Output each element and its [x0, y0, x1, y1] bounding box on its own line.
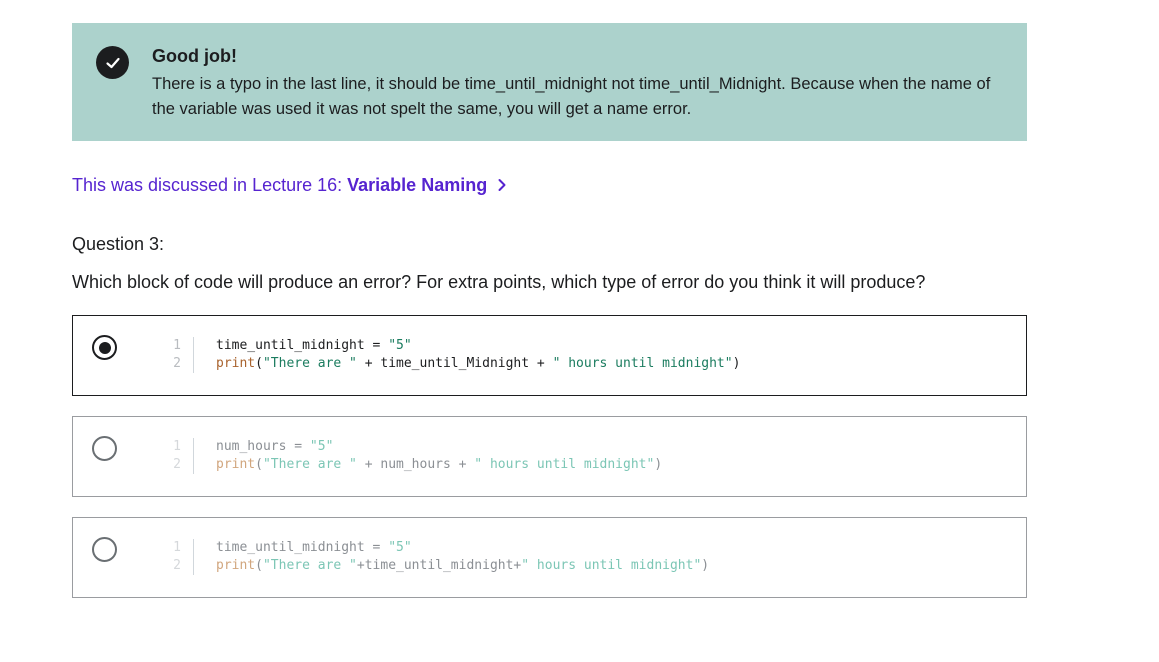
code-token: )	[732, 356, 741, 371]
quiz-page: Good job! There is a typo in the last li…	[0, 0, 1159, 662]
code-token: time_until_midnight =	[216, 540, 389, 555]
code-string: "There are "	[262, 356, 357, 371]
feedback-title: Good job!	[152, 46, 237, 66]
line-number: 2	[167, 355, 194, 373]
question-text: Which block of code will produce an erro…	[72, 272, 926, 292]
code-token: + num_hours +	[356, 457, 475, 472]
line-number: 2	[167, 557, 194, 575]
radio-dot	[98, 341, 111, 354]
answer-option-1[interactable]: 1 time_until_midnight = "5" 2 print("The…	[72, 315, 1027, 396]
code-line: 1 time_until_midnight = "5"	[167, 539, 709, 557]
radio-button-selected[interactable]	[92, 335, 117, 360]
lecture-link-title: Variable Naming	[347, 175, 488, 195]
code-token: + time_until_Midnight +	[356, 356, 553, 371]
chevron-right-icon	[497, 178, 507, 192]
answer-option-3[interactable]: 1 time_until_midnight = "5" 2 print("The…	[72, 517, 1027, 598]
code-string: "There are "	[262, 558, 357, 573]
code-function: print	[216, 457, 256, 472]
answer-option-2[interactable]: 1 num_hours = "5" 2 print("There are " +…	[72, 416, 1027, 497]
code-string: " hours until midnight"	[474, 457, 655, 472]
lecture-link[interactable]: This was discussed in Lecture 16: Variab…	[72, 173, 507, 197]
code-string: "5"	[309, 439, 334, 454]
line-number: 1	[167, 337, 194, 355]
line-number: 2	[167, 456, 194, 474]
check-icon	[96, 46, 129, 79]
code-token: )	[654, 457, 663, 472]
code-line: 1 time_until_midnight = "5"	[167, 337, 740, 355]
code-block: 1 num_hours = "5" 2 print("There are " +…	[167, 438, 662, 474]
code-token: time_until_midnight =	[216, 338, 389, 353]
code-token: num_hours =	[216, 439, 310, 454]
code-string: " hours until midnight"	[552, 356, 733, 371]
code-line: 2 print("There are " + num_hours + " hou…	[167, 456, 662, 474]
code-line: 2 print("There are " +time_until_midnight…	[167, 557, 709, 575]
code-token: +time_until_midnight+	[356, 558, 522, 573]
line-number: 1	[167, 539, 194, 557]
code-string: "5"	[388, 338, 412, 353]
feedback-message: There is a typo in the last line, it sho…	[152, 75, 991, 118]
code-function: print	[216, 558, 256, 573]
code-line: 1 num_hours = "5"	[167, 438, 662, 456]
code-token: )	[701, 558, 710, 573]
code-token: (	[255, 558, 263, 573]
feedback-banner: Good job! There is a typo in the last li…	[72, 23, 1027, 141]
code-token: (	[255, 457, 263, 472]
lecture-link-prefix: This was discussed in Lecture 16:	[72, 175, 343, 195]
code-function: print	[216, 356, 256, 371]
line-number: 1	[167, 438, 194, 456]
code-block: 1 time_until_midnight = "5" 2 print("The…	[167, 539, 709, 575]
code-string: "5"	[388, 540, 412, 555]
code-line: 2 print("There are " + time_until_Midnig…	[167, 355, 740, 373]
radio-button[interactable]	[92, 537, 117, 562]
code-token: (	[255, 356, 263, 371]
code-string: " hours until midnight"	[521, 558, 702, 573]
code-string: "There are "	[262, 457, 357, 472]
code-block: 1 time_until_midnight = "5" 2 print("The…	[167, 337, 740, 373]
radio-button[interactable]	[92, 436, 117, 461]
question-number: Question 3:	[72, 234, 165, 254]
